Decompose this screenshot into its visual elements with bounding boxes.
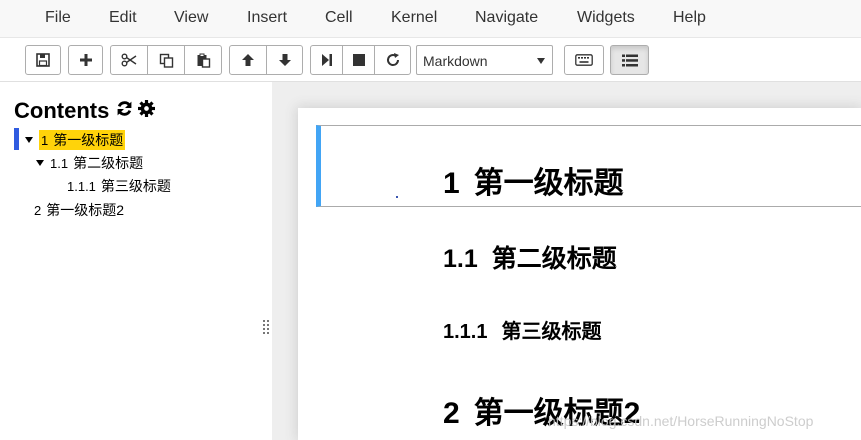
menu-insert[interactable]: Insert xyxy=(247,9,287,27)
heading-1[interactable]: 1 第一级标题 xyxy=(443,158,624,202)
toc-item-highlight: 1 第一级标题 xyxy=(39,130,126,150)
toc-active-indicator xyxy=(14,128,19,150)
toc-item-1[interactable]: 1 第一级标题 xyxy=(25,130,126,150)
restart-button[interactable] xyxy=(374,45,411,75)
copy-button[interactable] xyxy=(147,45,185,75)
arrow-up-icon xyxy=(242,54,254,66)
toc-title: Contents xyxy=(14,98,110,123)
menu-bar: File Edit View Insert Cell Kernel Naviga… xyxy=(0,0,861,38)
insert-cell-button[interactable] xyxy=(68,45,103,75)
refresh-icon xyxy=(386,53,399,66)
menu-view[interactable]: View xyxy=(174,9,208,27)
cell-type-value: Markdown xyxy=(423,53,488,69)
copy-icon xyxy=(159,53,173,68)
heading-1-1-1[interactable]: 1.1.1 第三级标题 xyxy=(443,315,601,344)
cell-cursor-dot xyxy=(396,196,398,198)
caret-down-icon[interactable] xyxy=(36,160,44,166)
command-palette-button[interactable] xyxy=(564,45,604,75)
arrow-down-icon xyxy=(278,54,291,66)
keyboard-icon xyxy=(575,54,593,66)
cut-button[interactable] xyxy=(110,45,148,75)
plus-icon xyxy=(79,54,92,66)
menu-edit[interactable]: Edit xyxy=(109,9,137,27)
stop-icon xyxy=(352,54,365,66)
toc-item-1-1-1[interactable]: 1.1.1 第三级标题 xyxy=(67,176,171,196)
menu-cell[interactable]: Cell xyxy=(325,9,353,27)
run-button[interactable] xyxy=(310,45,343,75)
toolbar: Markdown xyxy=(0,38,861,82)
scissors-icon xyxy=(121,53,137,67)
cell-type-select[interactable]: Markdown xyxy=(416,45,553,75)
toc-toggle-button[interactable] xyxy=(610,45,649,75)
drag-handle-icon[interactable] xyxy=(263,320,269,334)
save-icon xyxy=(36,53,50,67)
menu-kernel[interactable]: Kernel xyxy=(391,9,437,27)
save-button[interactable] xyxy=(25,45,61,75)
toc-sidebar: Contents 1 第一级标题 1.1 第二级标题 1.1.1 第三级标题 2 … xyxy=(0,82,272,440)
paste-icon xyxy=(197,53,210,68)
heading-1-1[interactable]: 1.1 第二级标题 xyxy=(443,239,617,275)
step-forward-icon xyxy=(321,54,332,66)
watermark: https://blog.csdn.net/HorseRunningNoStop xyxy=(548,413,814,429)
gear-icon[interactable] xyxy=(138,100,156,122)
menu-help[interactable]: Help xyxy=(673,9,706,27)
toc-header: Contents xyxy=(14,98,156,124)
chevron-down-icon xyxy=(537,58,545,64)
list-icon xyxy=(621,54,638,66)
refresh-icon[interactable] xyxy=(116,100,133,122)
menu-file[interactable]: File xyxy=(45,9,71,27)
move-down-button[interactable] xyxy=(266,45,303,75)
toc-item-2[interactable]: 2 第一级标题2 xyxy=(34,200,124,220)
toc-item-1-1[interactable]: 1.1 第二级标题 xyxy=(36,153,143,173)
move-up-button[interactable] xyxy=(229,45,267,75)
menu-navigate[interactable]: Navigate xyxy=(475,9,538,27)
interrupt-button[interactable] xyxy=(342,45,375,75)
caret-down-icon[interactable] xyxy=(25,137,33,143)
menu-widgets[interactable]: Widgets xyxy=(577,9,635,27)
paste-button[interactable] xyxy=(184,45,222,75)
